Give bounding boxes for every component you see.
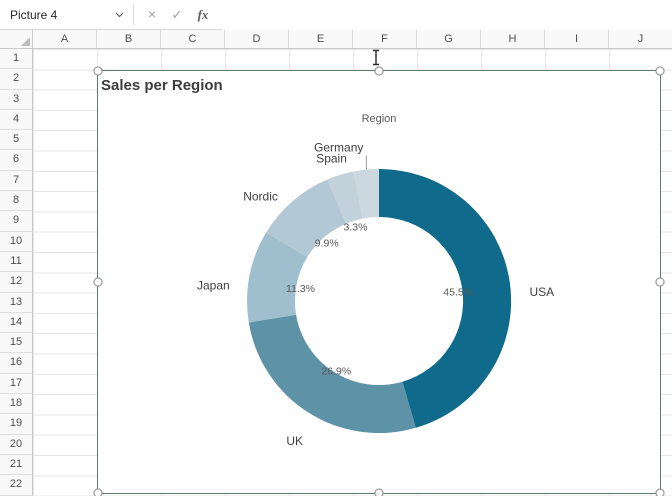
name-box[interactable]: Picture 4 — [0, 0, 133, 29]
row-headers: 12345678910111213141516171819202122 — [0, 49, 33, 496]
insert-function-button[interactable]: fx — [190, 0, 216, 29]
row-header-17[interactable]: 17 — [0, 374, 32, 394]
row-header-16[interactable]: 16 — [0, 353, 32, 373]
formula-bar: Picture 4 × ✓ fx — [0, 0, 672, 30]
row-header-6[interactable]: 6 — [0, 150, 32, 170]
column-header-D[interactable]: D — [225, 30, 289, 48]
column-header-G[interactable]: G — [417, 30, 481, 48]
slice-pct-label: 3.3% — [344, 222, 368, 234]
row-header-13[interactable]: 13 — [0, 293, 32, 313]
excel-window: Picture 4 × ✓ fx ABCDEFGHIJ 123456789101… — [0, 0, 672, 496]
column-header-I[interactable]: I — [545, 30, 609, 48]
slice-pct-label: 45.5% — [443, 287, 473, 299]
row-header-1[interactable]: 1 — [0, 49, 32, 69]
resize-handle-top-right[interactable] — [656, 67, 665, 76]
resize-handle-left[interactable] — [94, 278, 103, 287]
slice-pct-label: 9.9% — [315, 238, 339, 250]
slice-label: Germany — [314, 141, 363, 155]
row-header-19[interactable]: 19 — [0, 414, 32, 434]
row-header-15[interactable]: 15 — [0, 333, 32, 353]
formula-input[interactable] — [222, 1, 672, 30]
worksheet: ABCDEFGHIJ 12345678910111213141516171819… — [0, 30, 672, 496]
row-header-12[interactable]: 12 — [0, 272, 32, 292]
column-header-C[interactable]: C — [161, 30, 225, 48]
row-header-22[interactable]: 22 — [0, 475, 32, 495]
text-cursor-icon — [371, 49, 381, 71]
row-header-10[interactable]: 10 — [0, 232, 32, 252]
formula-bar-divider — [133, 4, 134, 25]
resize-handle-bottom[interactable] — [375, 489, 384, 496]
row-header-7[interactable]: 7 — [0, 171, 32, 191]
row-header-5[interactable]: 5 — [0, 130, 32, 150]
slice-label: Nordic — [243, 190, 278, 204]
donut-chart: 45.5% USA 26.9% UK 11.3% Japan 9.9% Nordic 3.3%S… — [98, 71, 660, 493]
row-header-20[interactable]: 20 — [0, 435, 32, 455]
row-header-4[interactable]: 4 — [0, 110, 32, 130]
selected-picture[interactable]: Sales per Region Region 45.5%USA26.9%UK1… — [97, 70, 661, 494]
enter-button[interactable]: ✓ — [165, 0, 189, 29]
column-header-B[interactable]: B — [97, 30, 161, 48]
column-headers: ABCDEFGHIJ — [33, 30, 672, 49]
slice-pct-label: 11.3% — [286, 283, 315, 295]
select-all-triangle-icon — [21, 37, 30, 46]
row-header-11[interactable]: 11 — [0, 252, 32, 272]
column-header-F[interactable]: F — [353, 30, 417, 48]
cancel-button[interactable]: × — [140, 0, 164, 29]
row-header-21[interactable]: 21 — [0, 455, 32, 475]
slice-pct-label: 26.9% — [321, 366, 351, 378]
resize-handle-bottom-right[interactable] — [656, 489, 665, 496]
column-header-J[interactable]: J — [609, 30, 672, 48]
slice-label: Japan — [197, 278, 230, 292]
slice-label: USA — [530, 285, 555, 299]
row-header-18[interactable]: 18 — [0, 394, 32, 414]
row-header-9[interactable]: 9 — [0, 211, 32, 231]
select-all-corner[interactable] — [0, 30, 33, 49]
row-header-8[interactable]: 8 — [0, 191, 32, 211]
resize-handle-bottom-left[interactable] — [94, 489, 103, 496]
resize-handle-top-left[interactable] — [94, 67, 103, 76]
row-header-2[interactable]: 2 — [0, 69, 32, 89]
row-header-14[interactable]: 14 — [0, 313, 32, 333]
row-header-3[interactable]: 3 — [0, 90, 32, 110]
resize-handle-right[interactable] — [656, 278, 665, 287]
chevron-down-icon[interactable] — [115, 12, 124, 18]
column-header-A[interactable]: A — [33, 30, 97, 48]
column-header-H[interactable]: H — [481, 30, 545, 48]
name-box-value: Picture 4 — [10, 8, 115, 22]
slice-label: UK — [286, 434, 303, 448]
column-header-E[interactable]: E — [289, 30, 353, 48]
